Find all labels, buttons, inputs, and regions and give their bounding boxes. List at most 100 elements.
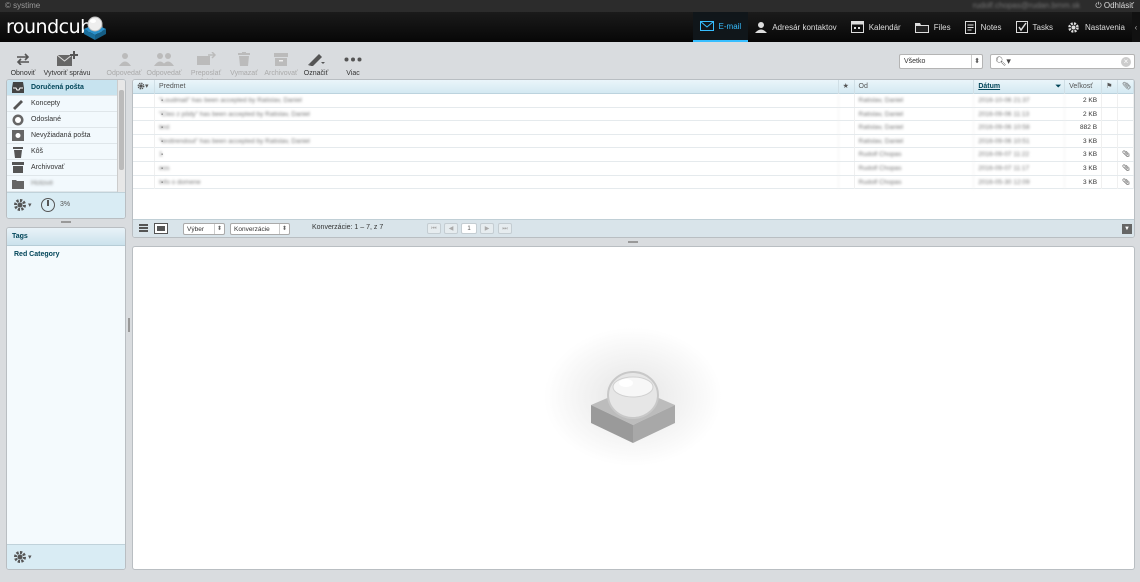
tag-item[interactable]: Red Category	[7, 246, 125, 258]
column-size[interactable]: Veľkosť	[1065, 80, 1103, 94]
reply-all-label: Odpovedať	[146, 70, 182, 77]
message-row[interactable]: ▪ "Loudmail" has been accepted by Ratisla…	[133, 94, 1134, 108]
paperclip-icon: 📎︎	[1122, 164, 1131, 172]
search-reset-button[interactable]: ×	[1121, 57, 1131, 67]
message-row[interactable]: ▪ "Cleo z pôdy" has been accepted by Rati…	[133, 107, 1134, 122]
message-subject: test	[155, 121, 839, 135]
first-page-button[interactable]: ⏮	[427, 223, 441, 234]
message-subject: "Loudmail" has been accepted by Ratislav…	[155, 94, 839, 107]
last-page-button[interactable]: ⏭	[498, 223, 512, 234]
message-flag-cell	[1102, 94, 1119, 107]
next-page-button[interactable]: ▶	[480, 223, 494, 234]
folder-list-footer: ▾ 3%	[7, 192, 125, 218]
message-flagged-cell	[839, 161, 855, 175]
archive-label: Archivovať	[264, 70, 298, 77]
collapse-preview-button[interactable]: ▼	[1122, 224, 1132, 234]
reply-all-button[interactable]: Odpovedať	[143, 49, 185, 78]
message-attachment-cell	[1118, 121, 1134, 135]
message-row[interactable]: ▪ test Ratislav, Daniel 2016-09-06 10:58 882…	[133, 121, 1134, 135]
delete-button[interactable]: Vymazať	[229, 49, 259, 78]
row-select-cell: ▪	[133, 121, 163, 135]
taskbar-toggle-button[interactable]: ‹	[1132, 12, 1140, 42]
row-select-cell: ▪	[133, 94, 163, 107]
threads-dropdown[interactable]: Konverzácie ⬍	[230, 223, 290, 235]
column-from[interactable]: Od	[855, 80, 975, 94]
search-icon[interactable]: 🔍︎▾	[995, 56, 1011, 67]
message-list: ▾ Predmet ★ Od Dátum ⏷ Veľkosť ⚑ 📎︎ ▪ "Lou…	[132, 79, 1135, 238]
mark-button[interactable]: Označiť	[302, 49, 330, 78]
folder-item[interactable]: Kôš	[7, 144, 125, 160]
previous-page-button[interactable]: ◀	[444, 223, 458, 234]
folder-actions-button[interactable]: ▾	[13, 198, 32, 212]
task-notes[interactable]: Notes	[958, 12, 1009, 42]
list-view-icon[interactable]	[139, 224, 148, 232]
reply-button[interactable]: Odpovedať	[106, 49, 142, 78]
gear-icon	[14, 199, 26, 211]
column-attachment[interactable]: 📎︎	[1118, 80, 1134, 94]
archive-button[interactable]: Archivovať	[264, 49, 298, 78]
column-flag[interactable]: ⚑	[1102, 80, 1119, 94]
sidebar-splitter[interactable]	[128, 318, 130, 332]
message-flag-cell	[1102, 134, 1119, 148]
message-row[interactable]: ▪ 1 Rudolf Chopas 2016-09-07 11:22 3 KB 📎︎	[133, 148, 1134, 162]
message-from: Ratislav, Daniel	[855, 121, 975, 135]
message-flag-cell	[1102, 148, 1119, 162]
task-contacts[interactable]: Adresár kontaktov	[748, 12, 843, 42]
refresh-button[interactable]: Obnoviť	[6, 49, 40, 78]
taskbar: E-mail Adresár kontaktov Kalendár Files …	[692, 12, 1140, 42]
folder-list: Doručená pošta Koncepty Odoslané Nevyžiadan…	[6, 79, 126, 219]
compose-label: Vytvoriť správu	[43, 70, 91, 77]
pencil-icon	[308, 54, 325, 66]
page-number-input[interactable]: 1	[461, 223, 477, 234]
task-mail[interactable]: E-mail	[692, 12, 749, 42]
message-row[interactable]: ▪ Info o domene Rudolf Chopas 2016-05-30 12…	[133, 175, 1134, 190]
task-tasks[interactable]: Tasks	[1009, 12, 1060, 42]
message-from: Ratislav, Daniel	[855, 107, 975, 121]
tag-actions-button[interactable]: ▾	[13, 550, 32, 564]
message-subject: "Cleo z pôdy" has been accepted by Ratis…	[155, 107, 839, 121]
drafts-icon	[11, 98, 25, 110]
folder-label: Koncepty	[31, 100, 61, 107]
task-calendar[interactable]: Kalendár	[844, 12, 908, 42]
folder-item[interactable]: Hotové	[7, 176, 125, 192]
message-flagged-cell	[839, 148, 855, 162]
trash-icon	[11, 146, 25, 158]
column-flagged[interactable]: ★	[839, 80, 855, 94]
search-input[interactable]: 🔍︎▾ ×	[990, 54, 1135, 69]
mail-icon	[699, 21, 714, 31]
folder-list-scrollbar[interactable]	[117, 80, 125, 192]
message-row[interactable]: ▪ eos Rudolf Chopas 2016-09-07 11:17 3 KB 📎︎	[133, 161, 1134, 176]
preview-splitter[interactable]	[628, 241, 638, 243]
gear-icon	[1068, 21, 1079, 33]
row-select-cell: ▪	[133, 134, 163, 148]
message-count: Konverzácie: 1 – 7, z 7	[312, 224, 384, 231]
folders-splitter[interactable]	[61, 221, 71, 223]
more-button[interactable]: Viac	[340, 49, 366, 78]
reply-all-icon	[154, 53, 174, 66]
about-link[interactable]: © systime	[5, 0, 40, 12]
select-dropdown[interactable]: Výber ⬍	[183, 223, 225, 235]
message-flag-cell	[1102, 161, 1119, 175]
search-filter-select[interactable]: Všetko ⬍	[899, 54, 983, 69]
folder-item[interactable]: Koncepty	[7, 96, 125, 112]
message-row[interactable]: ▪ "testtrendout" has been accepted by Rat…	[133, 134, 1134, 149]
folder-item[interactable]: Odoslané	[7, 112, 125, 128]
column-subject[interactable]: Predmet	[155, 80, 839, 94]
task-files[interactable]: Files	[908, 12, 958, 42]
folder-label: Hotové	[31, 180, 54, 187]
folder-item[interactable]: Doručená pošta	[7, 80, 125, 96]
gear-icon	[14, 551, 26, 563]
task-settings[interactable]: Nastavenia	[1060, 12, 1132, 42]
list-options-button[interactable]: ▾	[133, 80, 155, 94]
column-date-label: Dátum	[978, 83, 1001, 90]
compose-button[interactable]: Vytvoriť správu	[43, 49, 91, 78]
quota-text: 3%	[60, 201, 71, 208]
column-date[interactable]: Dátum ⏷	[974, 80, 1066, 94]
folder-item[interactable]: Nevyžiadaná pošta	[7, 128, 125, 144]
paperclip-icon: 📎︎	[1122, 178, 1131, 186]
folder-label: Archivovať	[31, 164, 65, 171]
message-attachment-cell	[1118, 94, 1134, 107]
logout-button[interactable]: ⏻ Odhlásiť	[1095, 0, 1134, 12]
folder-item[interactable]: Archivovať	[7, 160, 125, 176]
preview-toggle-icon[interactable]	[154, 223, 168, 234]
